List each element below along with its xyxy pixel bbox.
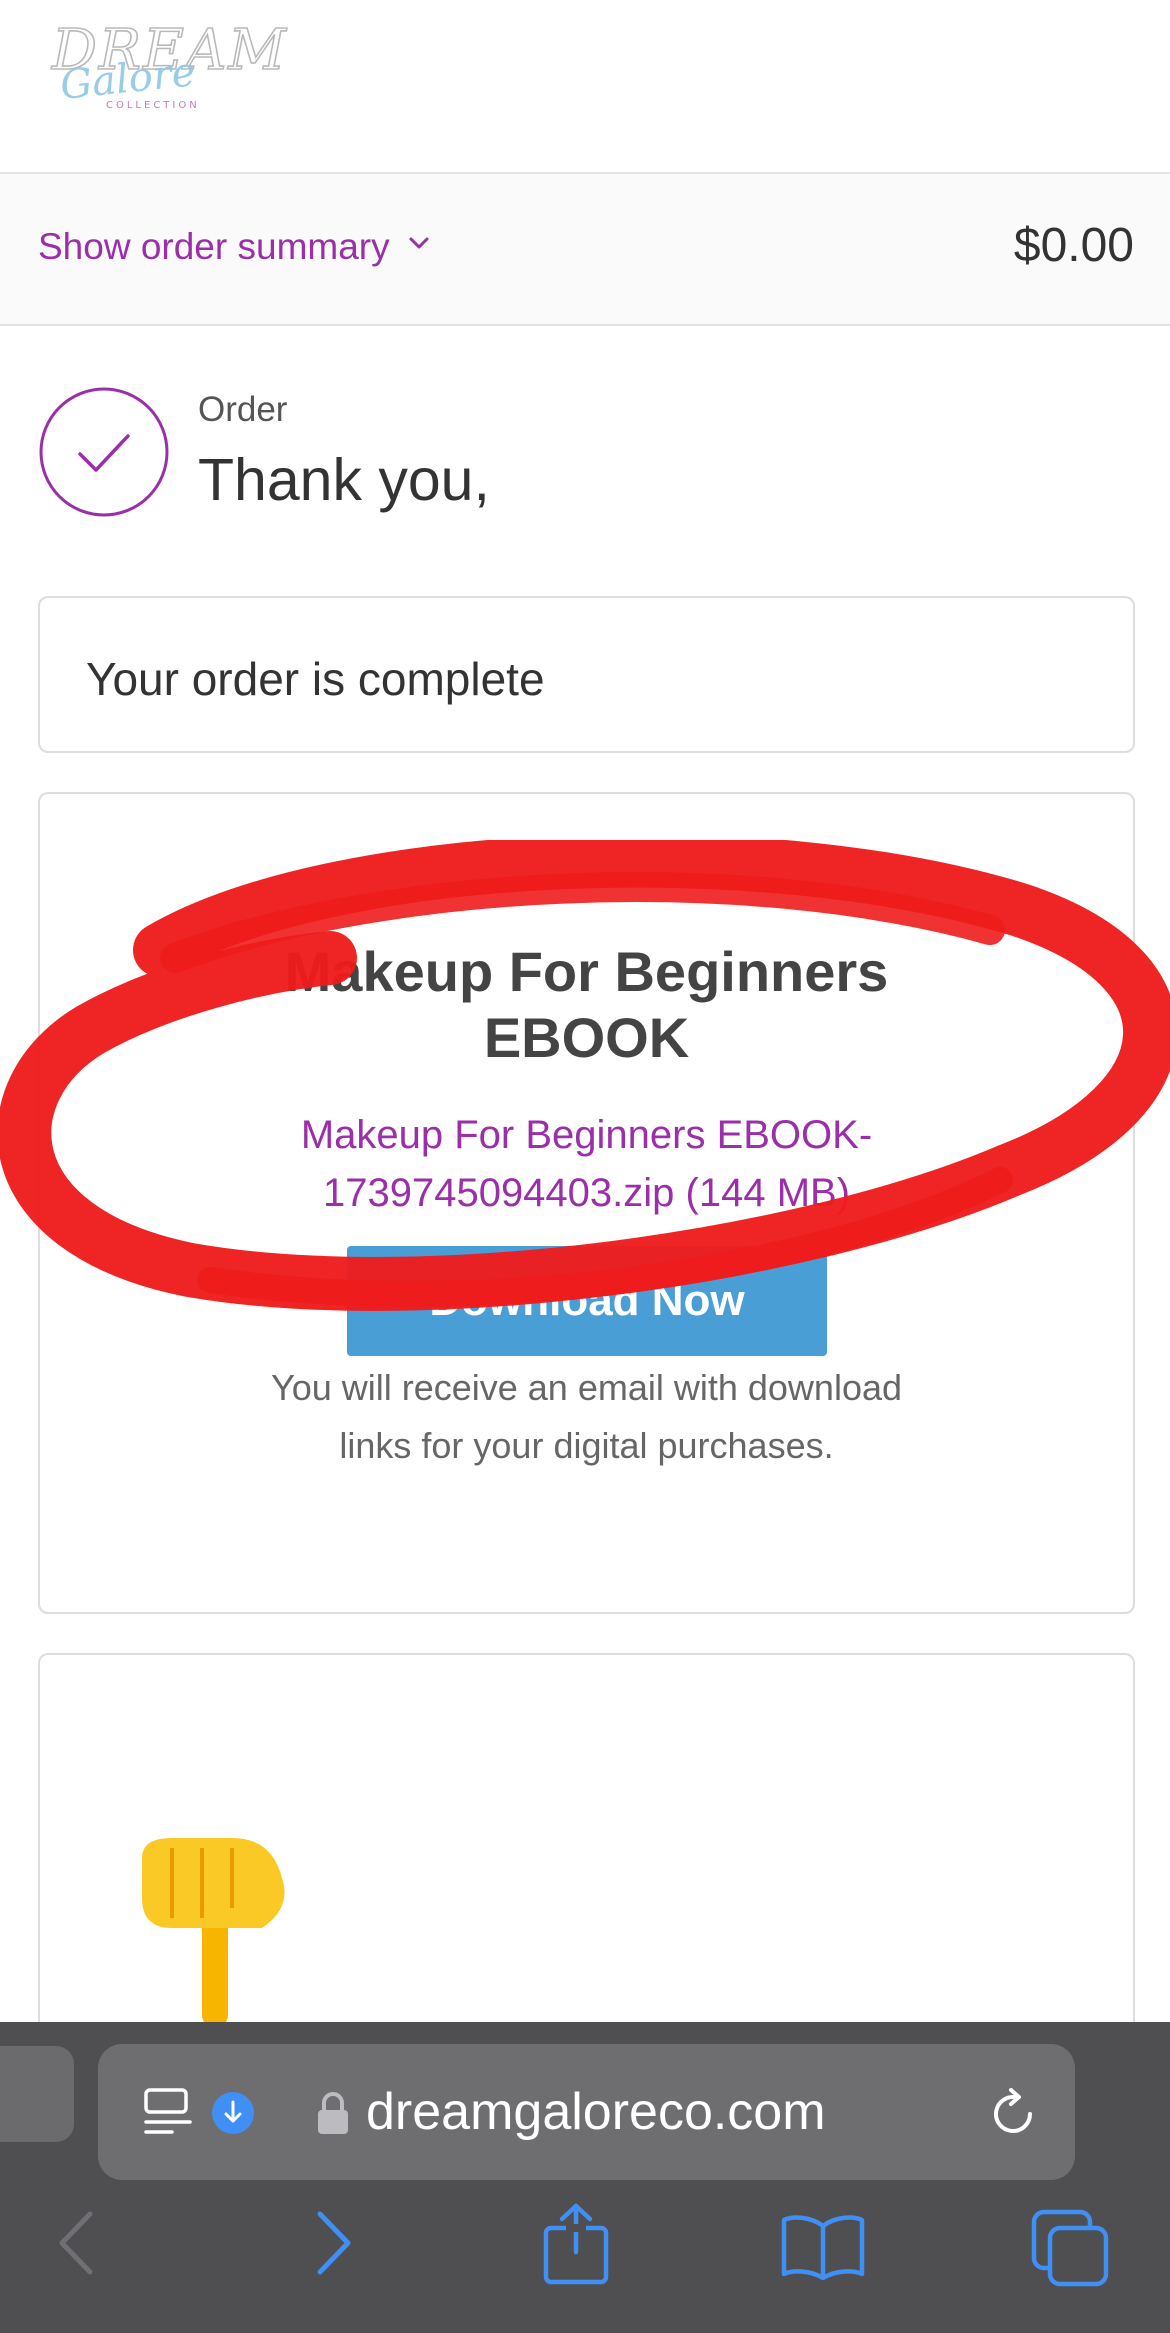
back-arrow-icon[interactable]	[52, 2208, 102, 2278]
product-title-line-2: EBOOK	[483, 1006, 690, 1069]
order-total: $0.00	[1013, 219, 1134, 272]
pointing-hand-emoji	[142, 1838, 285, 2028]
order-status-card: Your order is complete	[38, 596, 1135, 753]
order-complete-message: Your order is complete	[86, 653, 545, 705]
product-title-line-1: Makeup For Beginners	[284, 940, 889, 1003]
download-now-button[interactable]: Download Now	[347, 1246, 827, 1356]
share-icon[interactable]	[542, 2202, 610, 2286]
order-summary-label: Show order summary	[38, 226, 390, 267]
address-bar[interactable]: dreamgaloreco.com	[98, 2044, 1075, 2180]
thank-you-heading: Thank you,	[198, 447, 490, 513]
email-note-line-2: links for your digital purchases.	[339, 1425, 834, 1466]
digital-download-card: Makeup For Beginners EBOOK Makeup For Be…	[38, 792, 1135, 1614]
lock-icon	[318, 2092, 348, 2134]
page: DREAM Galore COLLECTION Show order summa…	[0, 0, 1170, 2333]
url-text: dreamgaloreco.com	[366, 2083, 826, 2141]
product-title: Makeup For Beginners EBOOK	[40, 939, 1133, 1071]
browser-toolbar: dreamgaloreco.com	[0, 2022, 1170, 2333]
check-circle-icon	[39, 387, 169, 517]
tabs-icon[interactable]	[1030, 2208, 1110, 2288]
reader-icon[interactable]	[142, 2086, 194, 2140]
download-icon[interactable]	[210, 2090, 256, 2136]
store-logo[interactable]: DREAM Galore COLLECTION	[48, 17, 286, 111]
show-order-summary-toggle[interactable]: Show order summary	[38, 226, 430, 268]
download-email-note: You will receive an email with download …	[40, 1359, 1133, 1475]
previous-tab-preview[interactable]	[0, 2046, 74, 2142]
chevron-down-icon	[409, 237, 429, 249]
bookmarks-icon[interactable]	[780, 2214, 866, 2280]
logo-subtitle: COLLECTION	[106, 100, 200, 111]
order-summary-bar: Show order summary $0.00	[0, 172, 1170, 326]
forward-arrow-icon[interactable]	[308, 2208, 358, 2278]
email-note-line-1: You will receive an email with download	[270, 1367, 903, 1408]
download-file-link[interactable]: Makeup For Beginners EBOOK- 173974509440…	[40, 1106, 1133, 1222]
file-name-line-2: 1739745094403.zip (144 MB)	[322, 1171, 851, 1215]
order-label: Order	[198, 390, 288, 429]
file-name-line-1: Makeup For Beginners EBOOK-	[300, 1113, 873, 1157]
reload-icon[interactable]	[986, 2086, 1042, 2142]
